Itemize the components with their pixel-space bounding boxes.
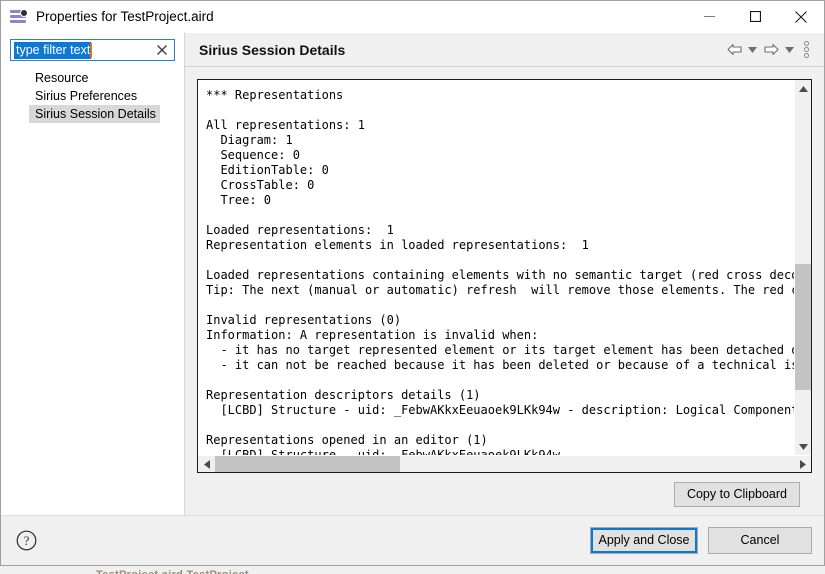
tree-row: Sirius Session Details (1, 105, 184, 123)
forward-arrow-icon[interactable] (761, 39, 781, 61)
dialog-body: type filter text Resource Sirius Prefere… (1, 33, 824, 515)
horizontal-scroll-thumb[interactable] (215, 456, 400, 472)
scroll-right-icon[interactable] (794, 456, 811, 472)
cancel-button[interactable]: Cancel (708, 527, 812, 554)
close-button[interactable] (778, 1, 824, 33)
back-arrow-icon[interactable] (724, 39, 744, 61)
details-text-frame: *** Representations All representations:… (197, 79, 812, 473)
scroll-down-icon[interactable] (795, 438, 811, 455)
maximize-button[interactable] (732, 1, 778, 33)
scroll-left-icon[interactable] (198, 456, 215, 472)
details-text-main: *** Representations All representations:… (198, 80, 811, 455)
page-title: Sirius Session Details (199, 42, 724, 58)
copy-to-clipboard-button[interactable]: Copy to Clipboard (674, 482, 800, 507)
minimize-button[interactable] (686, 1, 732, 33)
help-icon[interactable]: ? (15, 530, 37, 552)
properties-dialog: Properties for TestProject.aird type fil… (0, 0, 825, 566)
clear-filter-icon[interactable] (154, 42, 170, 58)
scroll-up-icon[interactable] (795, 80, 811, 97)
gear-icon (20, 9, 28, 17)
filter-input[interactable]: type filter text (14, 42, 91, 59)
filter-input-wrapper[interactable]: type filter text (10, 39, 175, 61)
text-caret (90, 43, 92, 58)
svg-text:?: ? (23, 533, 29, 548)
sidebar-item-sirius-session-details[interactable]: Sirius Session Details (29, 105, 160, 123)
window-title: Properties for TestProject.aird (36, 9, 686, 24)
sidebar-item-sirius-preferences[interactable]: Sirius Preferences (29, 87, 141, 105)
vertical-scroll-track[interactable] (795, 97, 811, 438)
details-text-viewport[interactable]: *** Representations All representations:… (198, 80, 794, 455)
apply-and-close-button[interactable]: Apply and Close (590, 527, 698, 554)
sidebar-item-resource[interactable]: Resource (29, 69, 93, 87)
forward-dropdown-icon[interactable] (783, 39, 796, 61)
page-content: *** Representations All representations:… (185, 67, 824, 515)
view-menu-icon[interactable] (798, 39, 814, 61)
copy-row: Copy to Clipboard (197, 473, 812, 515)
tree-row: Sirius Preferences (1, 87, 184, 105)
vertical-scroll-thumb[interactable] (795, 264, 811, 390)
settings-sidebar: type filter text Resource Sirius Prefere… (1, 33, 185, 515)
backdrop-ghost-text: TestProject.aird TestProject (96, 569, 249, 574)
page-header: Sirius Session Details (185, 33, 824, 67)
settings-tree: Resource Sirius Preferences Sirius Sessi… (1, 69, 184, 123)
vertical-scrollbar[interactable] (794, 80, 811, 455)
page-toolbar (724, 39, 814, 61)
back-dropdown-icon[interactable] (746, 39, 759, 61)
title-bar: Properties for TestProject.aird (1, 1, 824, 33)
tree-row: Resource (1, 69, 184, 87)
details-text: *** Representations All representations:… (206, 88, 794, 455)
window-controls (686, 1, 824, 33)
horizontal-scrollbar[interactable] (198, 455, 811, 472)
dialog-footer: ? Apply and Close Cancel (1, 515, 824, 565)
settings-page: Sirius Session Details (185, 33, 824, 515)
properties-icon (10, 9, 28, 25)
horizontal-scroll-track[interactable] (215, 456, 794, 472)
